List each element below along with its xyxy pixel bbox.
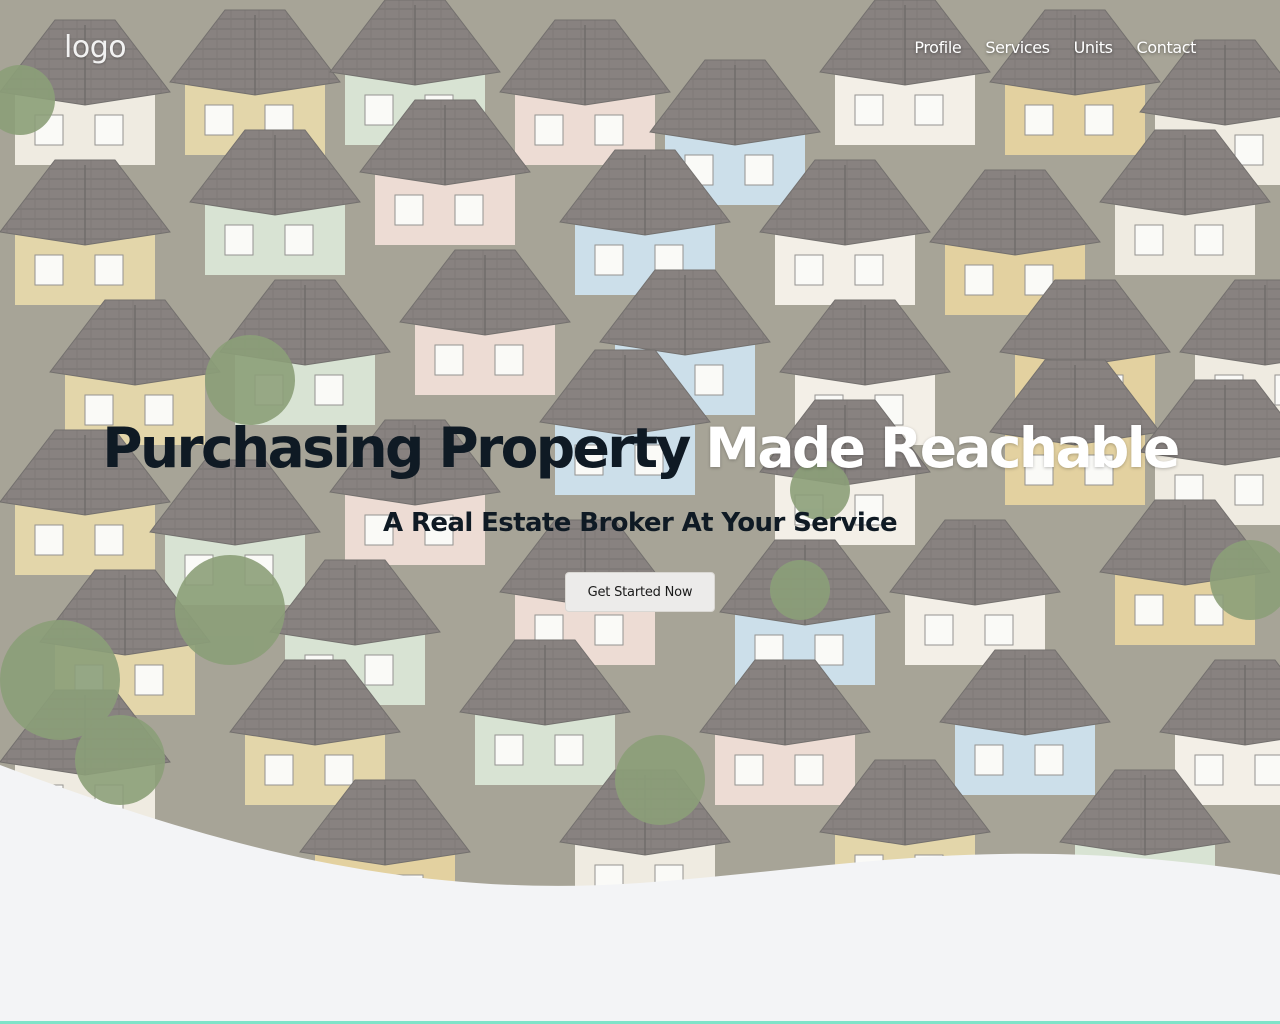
nav-link-units[interactable]: Units	[1074, 38, 1113, 57]
nav-link-profile[interactable]: Profile	[914, 38, 961, 57]
headline-dark-part: Purchasing Property	[102, 416, 691, 480]
get-started-button[interactable]: Get Started Now	[565, 572, 715, 612]
main-nav: Profile Services Units Contact	[914, 38, 1196, 57]
nav-link-services[interactable]: Services	[985, 38, 1050, 57]
hero-subheadline: A Real Estate Broker At Your Service	[382, 508, 898, 538]
logo[interactable]: logo	[64, 30, 127, 65]
headline-light-part: Made Reachable	[705, 416, 1180, 480]
hero-headline: Purchasing Property Made Reachable	[0, 416, 1280, 480]
nav-link-contact[interactable]: Contact	[1137, 38, 1197, 57]
wave-divider	[0, 765, 1280, 900]
